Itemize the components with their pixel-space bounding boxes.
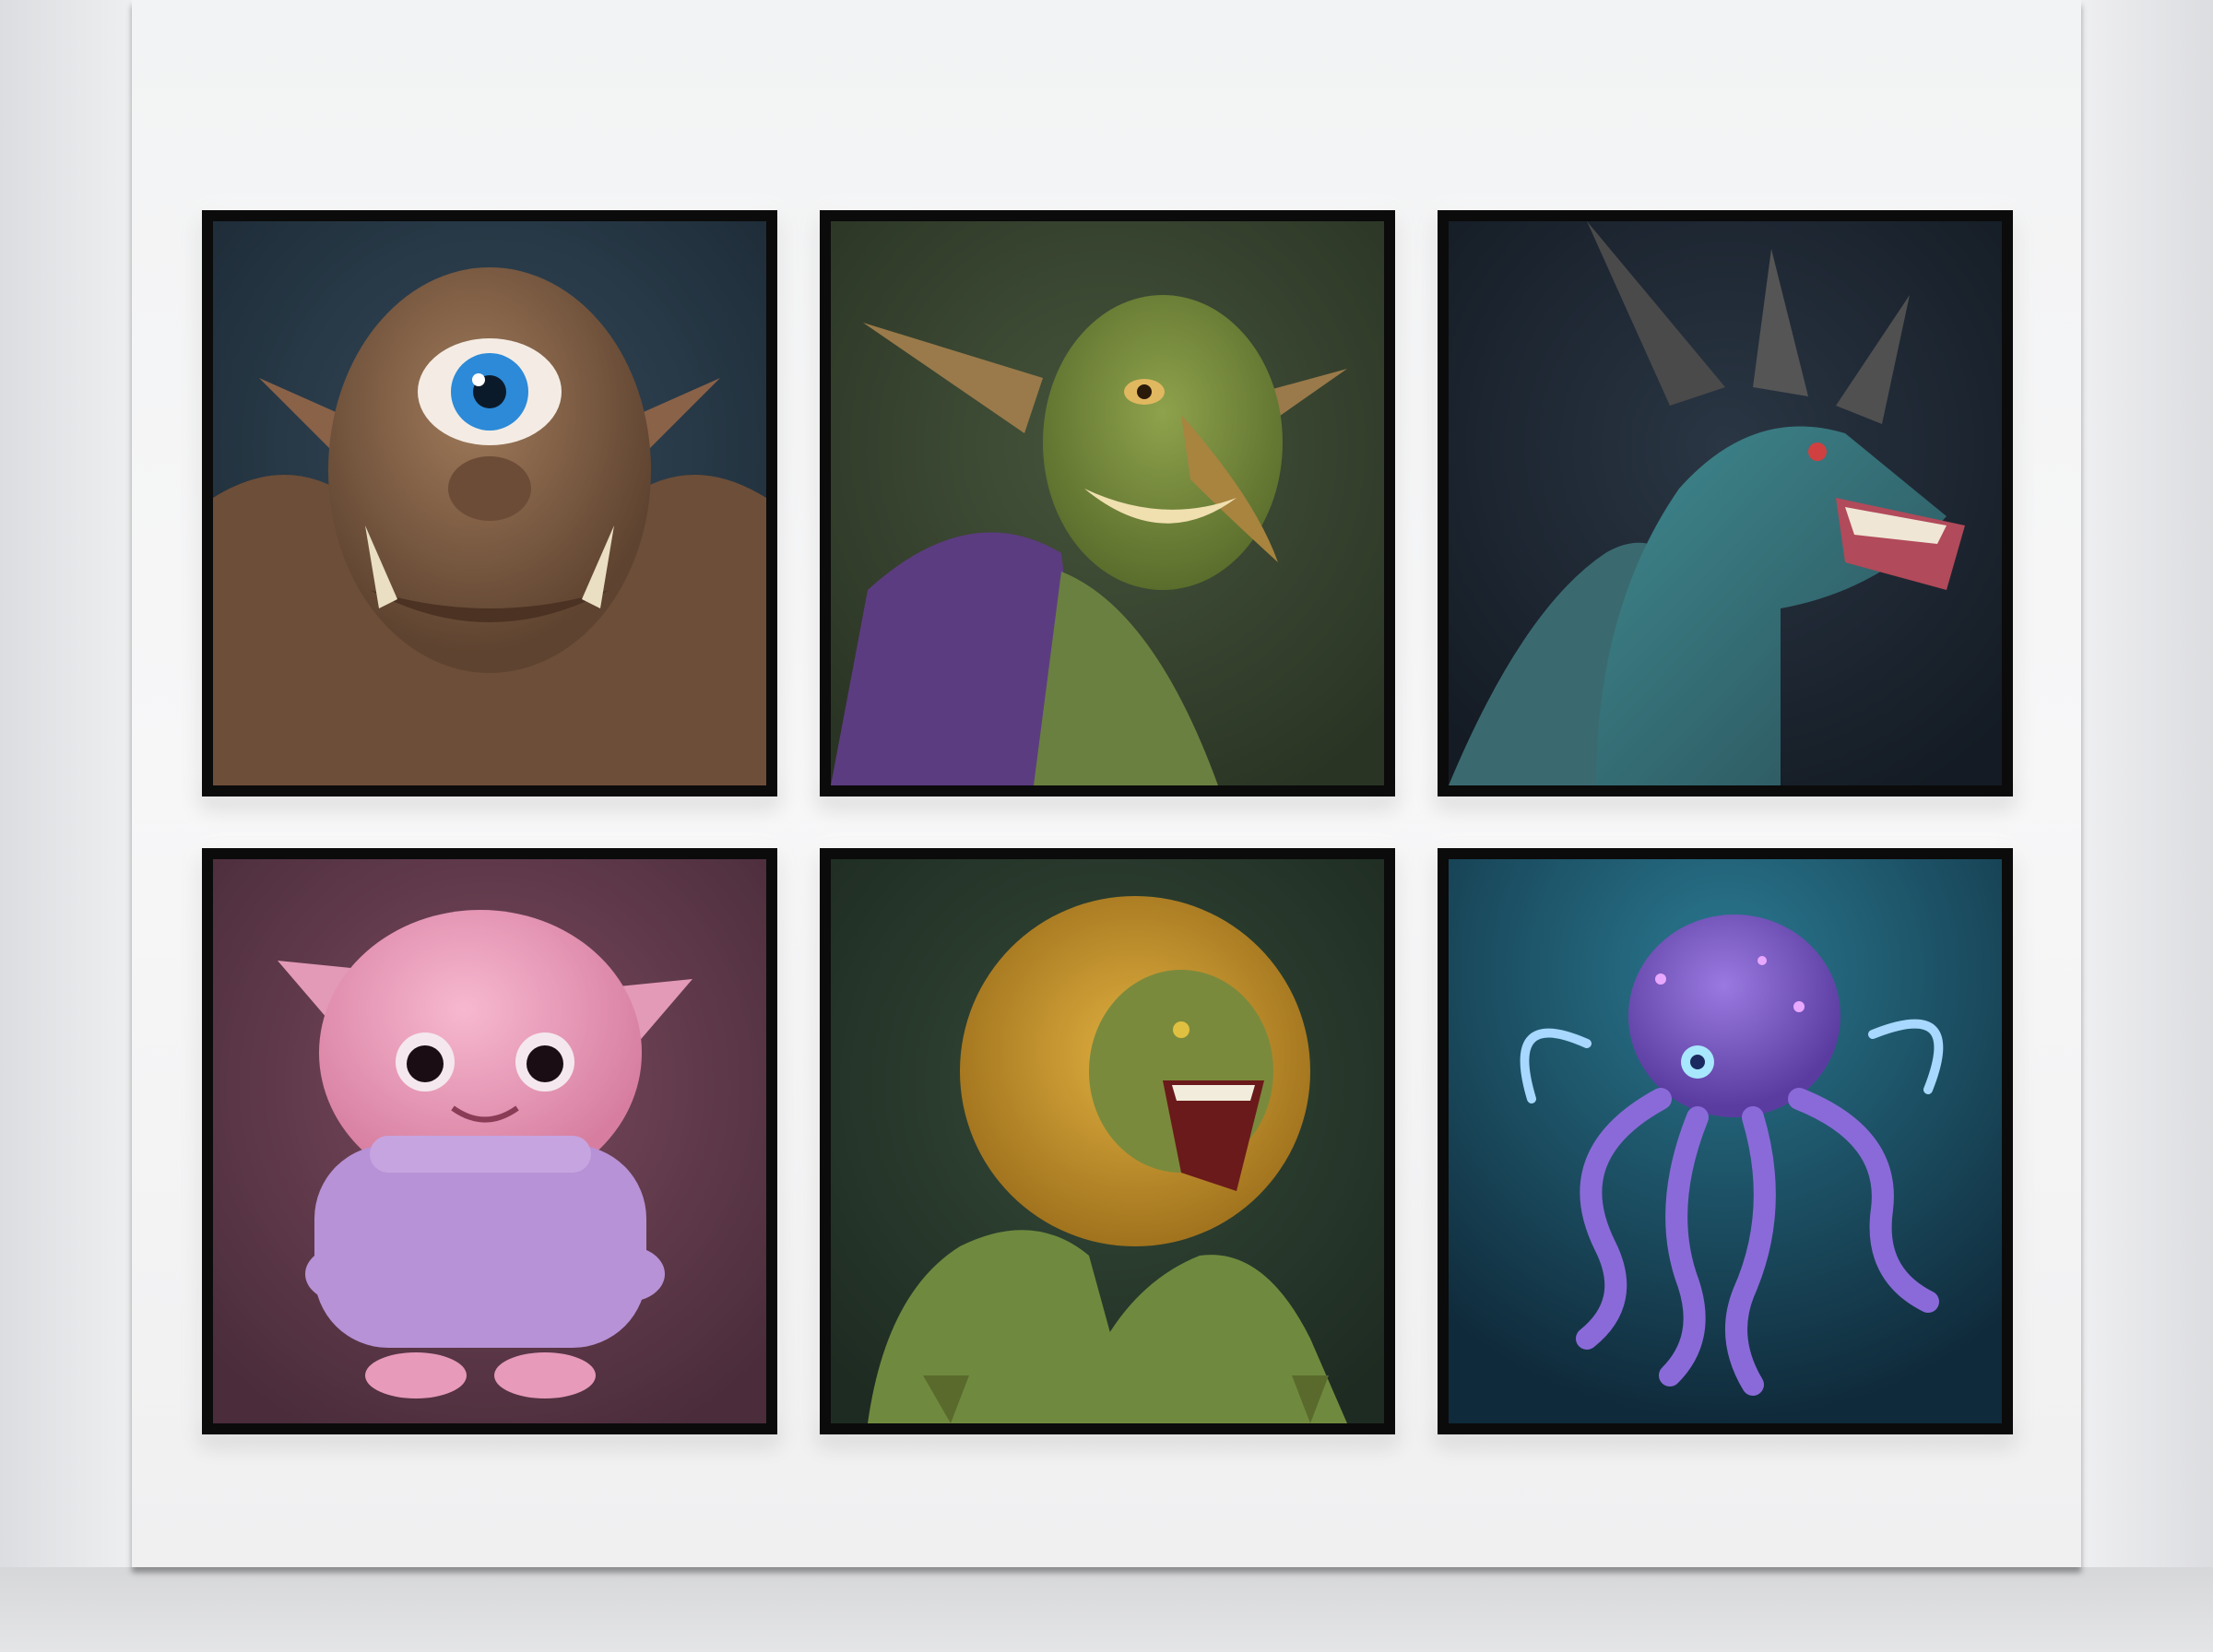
pink-monster-illustration	[213, 859, 766, 1423]
lion-beast-illustration	[831, 859, 1384, 1423]
frame-octopus	[1438, 848, 2013, 1434]
left-side-wall	[0, 0, 134, 1652]
frame-cyclops	[202, 210, 777, 796]
gallery-room	[0, 0, 2213, 1652]
right-side-wall	[2079, 0, 2213, 1652]
cyclops-illustration	[213, 221, 766, 785]
frame-dragon	[1438, 210, 2013, 796]
artwork-lion-beast	[831, 859, 1384, 1423]
frame-goblin	[820, 210, 1395, 796]
artwork-goblin	[831, 221, 1384, 785]
frame-pink-monster	[202, 848, 777, 1434]
dragon-illustration	[1449, 221, 2002, 785]
artwork-pink-monster	[213, 859, 766, 1423]
floor	[0, 1567, 2213, 1652]
artwork-octopus	[1449, 859, 2002, 1423]
octopus-illustration	[1449, 859, 2002, 1423]
frame-lion-beast	[820, 848, 1395, 1434]
artwork-cyclops	[213, 221, 766, 785]
artwork-dragon	[1449, 221, 2002, 785]
goblin-illustration	[831, 221, 1384, 785]
front-wall	[132, 0, 2081, 1567]
